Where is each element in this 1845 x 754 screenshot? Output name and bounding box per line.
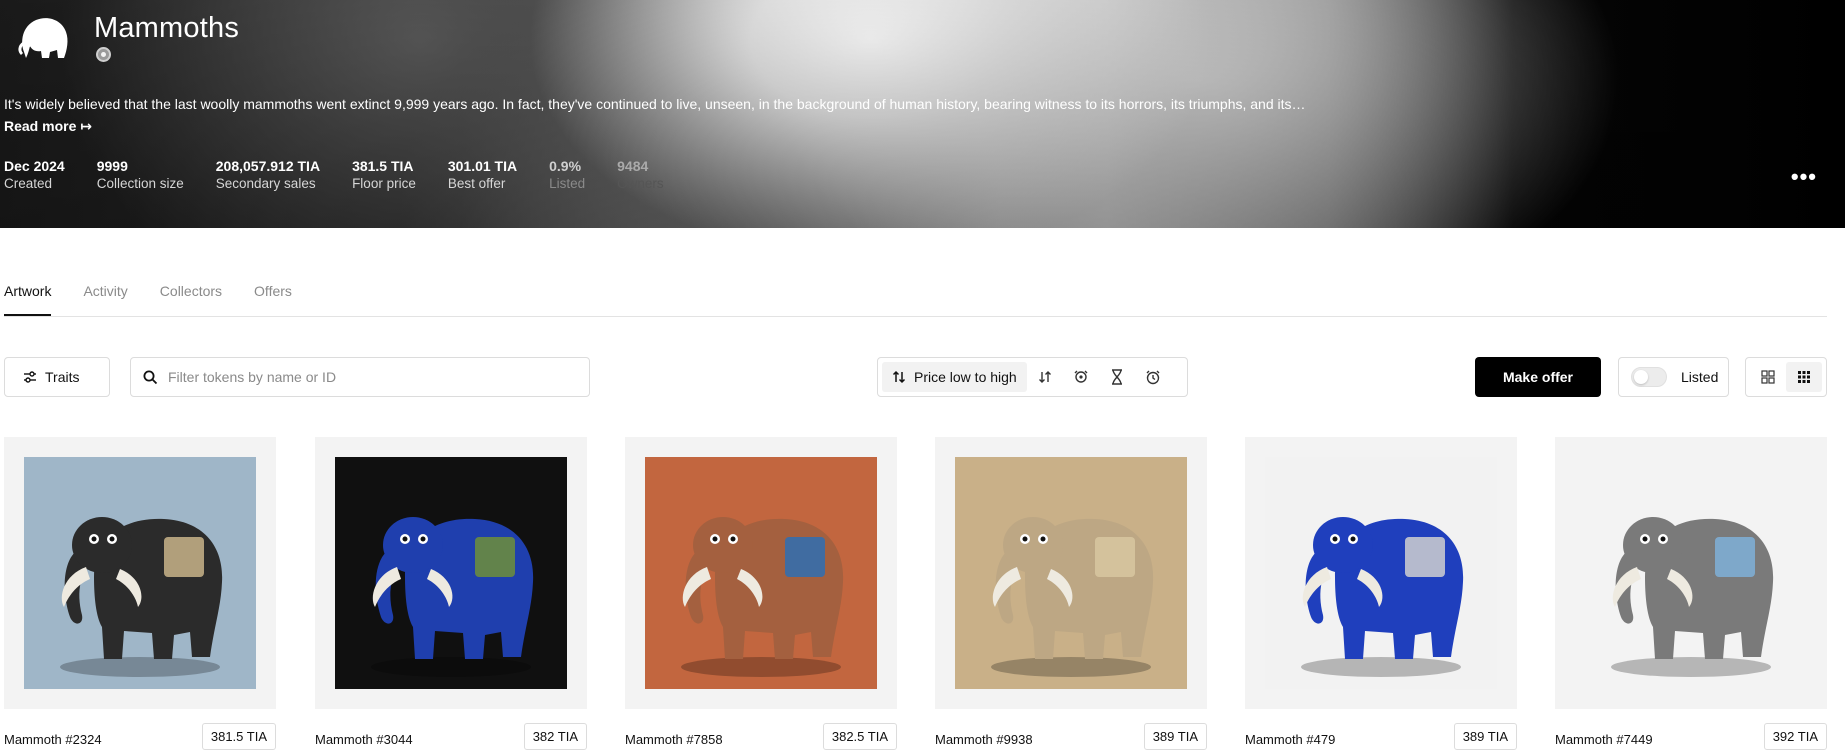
target-icon [1074,370,1088,383]
token-image [1265,457,1497,689]
token-price[interactable]: 389 TIA [1143,723,1207,750]
token-name: Mammoth #7449 [1555,732,1653,747]
view-mode-toggle [1745,357,1827,397]
token-image [335,457,567,689]
sort-direction-button[interactable] [1027,362,1063,392]
search-icon [143,370,158,384]
stat-owners: 9484 Owners [617,158,664,191]
listed-toggle[interactable] [1631,367,1667,387]
token-name: Mammoth #3044 [315,732,413,747]
mammoth-artwork [335,457,567,689]
token-card[interactable]: Mammoth #3044 382 TIA [315,437,587,750]
grid-2x2-icon [1761,370,1775,384]
token-name: Mammoth #479 [1245,732,1336,747]
grid-large-button[interactable] [1750,362,1786,392]
token-card[interactable]: Mammoth #9938 389 TIA [935,437,1207,750]
collection-tabs: Artwork Activity Collectors Offers [4,283,324,316]
grid-3x3-icon [1798,371,1810,383]
verified-badge-icon [96,47,111,62]
make-offer-button[interactable]: Make offer [1475,357,1601,397]
mammoth-logo-icon [18,18,68,58]
token-card[interactable]: Mammoth #2324 381.5 TIA [4,437,276,750]
tab-offers[interactable]: Offers [254,283,292,315]
stat-listed: 0.9% Listed [549,158,586,191]
rarity-sort-button[interactable] [1063,362,1099,392]
listed-label: Listed [1681,369,1719,385]
token-search [130,357,590,397]
alarm-clock-icon [1146,370,1160,385]
sliders-icon [24,371,36,383]
mammoth-artwork [1575,457,1807,689]
tab-artwork[interactable]: Artwork [4,283,52,316]
token-name: Mammoth #9938 [935,732,1033,747]
token-image [24,457,256,689]
hourglass-icon [1111,369,1122,385]
stat-created: Dec 2024 Created [4,158,65,191]
time-sort-button[interactable] [1099,362,1135,392]
tab-collectors[interactable]: Collectors [160,283,222,315]
sort-arrows-icon [892,370,906,384]
token-price[interactable]: 382 TIA [523,723,587,750]
token-price[interactable]: 381.5 TIA [201,723,276,750]
grid-small-button[interactable] [1786,362,1822,392]
sort-label: Price low to high [914,369,1017,385]
recent-sort-button[interactable] [1135,362,1171,392]
swap-vertical-icon [1038,371,1051,383]
collection-stats: Dec 2024 Created 9999 Collection size 20… [4,158,696,193]
mammoth-artwork [645,457,877,689]
traits-button[interactable]: Traits [4,357,110,397]
collection-title: Mammoths [94,12,240,44]
collection-description: It's widely believed that the last wooll… [4,96,1306,112]
tabs-divider [4,316,1827,317]
token-price[interactable]: 389 TIA [1453,723,1517,750]
stat-floor-price: 381.5 TIA Floor price [352,158,416,191]
listed-filter[interactable]: Listed [1618,357,1729,397]
sort-controls: Price low to high [877,357,1188,397]
token-card[interactable]: Mammoth #7858 382.5 TIA [625,437,897,750]
more-options-button[interactable]: ••• [1791,166,1817,188]
token-card[interactable]: Mammoth #479 389 TIA [1245,437,1517,750]
sort-select[interactable]: Price low to high [882,362,1027,392]
stat-collection-size: 9999 Collection size [96,158,184,191]
search-input[interactable] [168,369,568,385]
token-image [1575,457,1807,689]
token-card[interactable]: Mammoth #7449 392 TIA [1555,437,1827,750]
token-image [645,457,877,689]
token-name: Mammoth #2324 [4,732,102,747]
stat-best-offer: 301.01 TIA Best offer [447,158,518,191]
stat-secondary-sales: 208,057.912 TIA Secondary sales [215,158,321,191]
token-price[interactable]: 392 TIA [1763,723,1827,750]
tab-activity[interactable]: Activity [83,283,127,315]
read-more-link[interactable]: Read more ↦ [4,118,92,135]
token-name: Mammoth #7858 [625,732,723,747]
collection-header: Mammoths It's widely believed that the l… [0,0,1845,228]
token-image [955,457,1187,689]
mammoth-artwork [955,457,1187,689]
mammoth-artwork [1265,457,1497,689]
token-price[interactable]: 382.5 TIA [822,723,897,750]
mammoth-artwork [24,457,256,689]
traits-label: Traits [45,369,80,385]
